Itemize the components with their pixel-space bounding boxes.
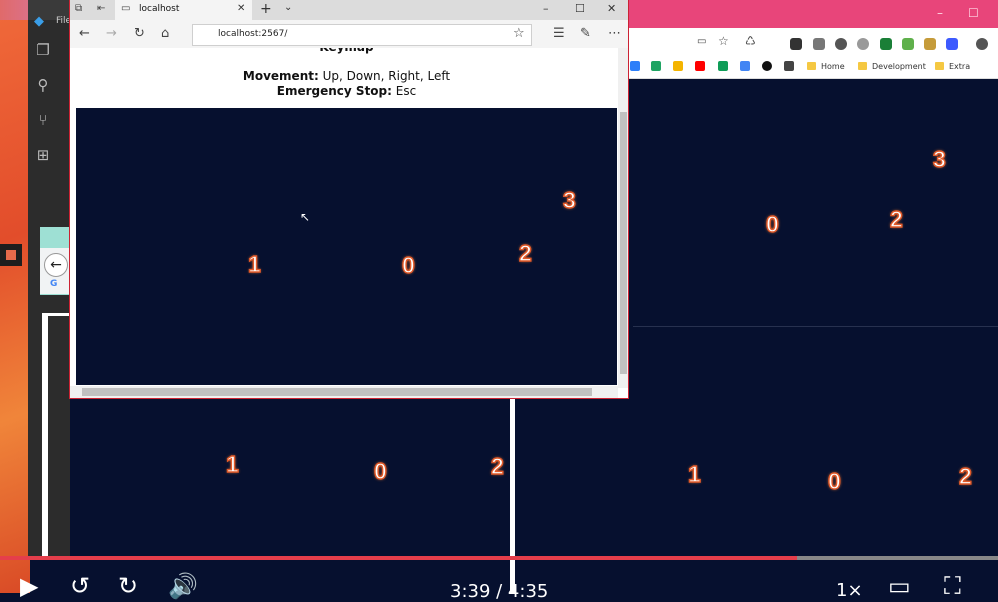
vscode-logo-icon: ◆: [34, 14, 44, 29]
pen-icon[interactable]: ✎: [580, 26, 591, 41]
play-icon[interactable]: ▶: [20, 574, 38, 598]
game-number: 0: [373, 457, 387, 484]
playback-speed-button[interactable]: 1×: [836, 580, 863, 601]
camera-extension-icon[interactable]: [813, 38, 825, 50]
source-control-icon[interactable]: ⑂: [34, 111, 52, 129]
stop-label: Emergency Stop:: [276, 84, 392, 98]
game-number: 0: [827, 467, 841, 494]
maximize-icon[interactable]: ☐: [575, 2, 585, 15]
extension-icon[interactable]: [790, 38, 802, 50]
cast-icon[interactable]: ▭: [697, 36, 706, 47]
game-number: 0: [765, 210, 779, 237]
extension-icon[interactable]: [902, 38, 914, 50]
search-icon[interactable]: ⚲: [34, 76, 52, 94]
close-tab-icon[interactable]: ✕: [237, 3, 245, 14]
taskbar-app-icon[interactable]: [0, 244, 22, 266]
tab-title: localhost: [139, 4, 180, 14]
extension-icon[interactable]: [857, 38, 869, 50]
folder-icon: [858, 62, 867, 70]
more-options-icon[interactable]: ⋯: [608, 26, 621, 41]
folder-icon: [935, 62, 944, 70]
game-number: 2: [518, 239, 532, 266]
favorites-hub-icon[interactable]: ☰: [553, 26, 565, 41]
game-number: 2: [490, 452, 504, 479]
sync-icon[interactable]: ♺: [745, 34, 756, 48]
keep-icon[interactable]: [673, 61, 683, 71]
back-arrow-icon[interactable]: ←: [79, 26, 90, 41]
game-canvas[interactable]: [76, 108, 617, 385]
maximize-icon[interactable]: ☐: [968, 6, 979, 20]
minimize-icon[interactable]: –: [937, 6, 943, 20]
bookmark-star-icon[interactable]: ☆: [718, 34, 729, 48]
home-icon[interactable]: ⌂: [161, 26, 169, 41]
stop-value: Esc: [395, 84, 417, 98]
movement-line: Movement: Up, Down, Right, Left: [75, 69, 618, 83]
url-text: localhost:2567/: [218, 29, 288, 39]
fullscreen-icon[interactable]: ⛶: [944, 574, 961, 598]
page-icon: ▭: [121, 3, 131, 14]
extension-icon[interactable]: [924, 38, 936, 50]
game-number: 0: [401, 251, 415, 278]
explorer-icon[interactable]: ❐: [34, 41, 52, 59]
back-arrow-icon[interactable]: ←: [44, 253, 68, 277]
close-icon[interactable]: ✕: [607, 2, 616, 15]
extensions-icon[interactable]: ⊞: [34, 146, 52, 164]
github-icon[interactable]: [762, 61, 772, 71]
video-frame-border: [42, 313, 48, 558]
game-number: 3: [562, 186, 576, 213]
game-number: 1: [247, 250, 261, 277]
extension-icon[interactable]: [880, 38, 892, 50]
calendar-icon[interactable]: [740, 61, 750, 71]
new-tab-icon[interactable]: +: [260, 1, 272, 17]
chevron-down-icon[interactable]: ⌄: [284, 2, 292, 13]
folder-icon: [807, 62, 816, 70]
game-number: 2: [958, 462, 972, 489]
youtube-icon[interactable]: [695, 61, 705, 71]
vertical-scrollbar-thumb[interactable]: [620, 112, 627, 374]
bookmark-extra[interactable]: Extra: [935, 60, 970, 74]
movement-label: Movement:: [242, 69, 319, 83]
game-number: 1: [687, 460, 701, 487]
game-number: 2: [889, 205, 903, 232]
google-icon: G: [50, 279, 58, 289]
movement-value: Up, Down, Right, Left: [322, 69, 451, 83]
sheets-icon[interactable]: [718, 61, 728, 71]
tabs-aside-icon[interactable]: ⇤: [97, 3, 105, 14]
rewind-icon[interactable]: ↺: [70, 574, 90, 598]
emergency-stop-line: Emergency Stop: Esc: [75, 84, 618, 98]
bookmark-home[interactable]: Home: [807, 60, 845, 74]
extension-icon[interactable]: [835, 38, 847, 50]
bookmark-development[interactable]: Development: [858, 60, 926, 74]
game-number: 3: [932, 145, 946, 172]
canvas-divider: [633, 326, 998, 327]
forward-arrow-icon[interactable]: →: [106, 26, 117, 41]
game-number: 1: [225, 450, 239, 477]
desktop-wallpaper: [0, 0, 30, 593]
drive-icon[interactable]: [651, 61, 661, 71]
mouse-cursor-icon: ↖: [300, 210, 311, 224]
tab-localhost[interactable]: [115, 0, 252, 20]
profile-avatar[interactable]: [976, 38, 988, 50]
video-frame-border: [42, 313, 70, 316]
video-time: 3:39 / 4:35: [450, 581, 549, 602]
refresh-icon[interactable]: ↻: [134, 26, 145, 41]
favorite-star-icon[interactable]: ☆: [513, 26, 525, 41]
video-frame-border: [510, 398, 515, 593]
video-progress-fill: [0, 556, 798, 560]
codesandbox-icon[interactable]: [784, 61, 794, 71]
extension-icon[interactable]: [946, 38, 958, 50]
dropbox-icon[interactable]: [630, 61, 640, 71]
tab-actions-icon[interactable]: ⧉: [75, 3, 82, 14]
horizontal-scrollbar-thumb[interactable]: [82, 388, 592, 396]
volume-icon[interactable]: 🔊: [168, 574, 198, 598]
captions-icon[interactable]: ▭: [888, 574, 911, 598]
forward-icon[interactable]: ↻: [118, 574, 138, 598]
minimize-icon[interactable]: –: [543, 2, 549, 15]
